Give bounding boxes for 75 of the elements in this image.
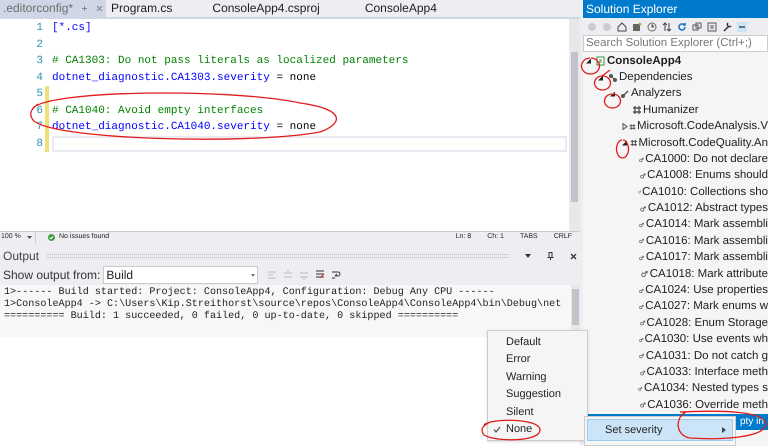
search-field[interactable]: Search Solution Explorer (Ctrl+;) — [583, 35, 768, 52]
rule-icon — [640, 368, 646, 378]
node-icon — [608, 72, 618, 83]
dash-icon[interactable] — [737, 22, 747, 32]
line-number: 5 — [35, 87, 44, 102]
tree-item[interactable]: CA1008: Enums should — [583, 168, 768, 184]
tree-item[interactable]: ConsoleApp4 — [583, 53, 768, 70]
check-circle-icon — [48, 234, 55, 241]
tree-item[interactable]: CA1010: Collections sho — [583, 184, 768, 201]
editor-tab[interactable]: Program.cs — [106, 0, 208, 17]
grid-icon — [632, 105, 642, 116]
field-label: Show output from: — [3, 267, 100, 284]
tree-item[interactable]: CA1017: Mark assembli — [583, 250, 768, 266]
pin-icon — [547, 252, 554, 260]
editor-tab[interactable]: .editorconfig* — [0, 0, 106, 17]
rule-icon — [640, 204, 647, 214]
dropdown-arrow-icon — [525, 254, 531, 258]
close-icon — [96, 4, 104, 12]
home-icon[interactable] — [617, 22, 627, 32]
tree-item[interactable]: CA1016: Mark assembli — [583, 233, 768, 250]
scrollbar-thumb[interactable] — [572, 289, 579, 325]
tree-item[interactable]: CA1027: Mark enums w — [583, 298, 768, 316]
wrench-icon[interactable] — [722, 22, 732, 32]
refresh-icon[interactable] — [677, 22, 687, 32]
project-icon — [596, 56, 606, 66]
submenu-arrow-icon — [722, 427, 726, 433]
rule-icon — [641, 269, 649, 280]
line-number: 1 — [35, 21, 44, 36]
tree-item[interactable]: CA1000: Do not declare — [583, 151, 768, 168]
rule-icon — [638, 384, 643, 394]
grid-icon — [628, 122, 636, 132]
pin-icon — [81, 4, 88, 12]
output-line: 1>ConsoleApp4 -> C:\Users\Kip.Streithorst\source\repos\ConsoleApp4\ConsoleApp4\bin\Debug\net — [4, 299, 562, 310]
dropdown-arrow-icon — [251, 274, 256, 276]
tree-item[interactable]: CA1012: Abstract types — [583, 200, 768, 217]
tree-item[interactable]: Analyzers — [583, 86, 768, 102]
tree-item[interactable]: Dependencies — [583, 69, 768, 86]
line-number: 2 — [35, 38, 44, 52]
editor-tab[interactable]: ConsoleApp4.csproj — [207, 0, 360, 17]
tree-item[interactable]: Humanizer — [583, 102, 768, 119]
line-number: 3 — [35, 54, 44, 69]
code-line: dotnet_diagnostic.CA1040.severity = none — [52, 120, 316, 135]
rule-icon — [640, 170, 646, 181]
code-line: # CA1040: Avoid empty interfaces — [52, 104, 264, 118]
menu-item[interactable]: Set severity — [587, 419, 733, 441]
sort-icon[interactable] — [662, 22, 672, 32]
line-number: 4 — [35, 70, 44, 86]
word-wrap-icon[interactable] — [331, 269, 342, 281]
editor-tab[interactable]: ConsoleApp4 — [360, 0, 477, 17]
line-number: 6 — [35, 104, 44, 118]
scrollbar-thumb[interactable] — [571, 52, 578, 202]
tree-item[interactable]: CA1024: Use properties — [583, 282, 768, 299]
line-number: 8 — [35, 136, 44, 152]
code-line: [*.cs] — [52, 21, 92, 36]
rule-icon — [640, 318, 646, 328]
grid-icon — [630, 138, 638, 148]
menu-item[interactable]: None — [488, 420, 587, 438]
dropdown-arrow-icon — [26, 236, 32, 239]
panel-title: Output — [3, 248, 40, 265]
tree-item[interactable]: Microsoft.CodeAnalysis.V — [583, 118, 768, 135]
code-line: # CA1303: Do not pass literals as localized parameters — [52, 54, 408, 69]
source-dropdown[interactable]: Build — [103, 266, 258, 284]
node-icon — [620, 88, 630, 99]
close-icon — [570, 252, 577, 260]
tree-item[interactable]: Microsoft.CodeQuality.An — [583, 134, 768, 152]
clear-all-icon[interactable] — [315, 269, 326, 281]
output-line: ========== Build: 1 succeeded, 0 failed, 0 up-to-date, 0 skipped ========== — [4, 311, 460, 323]
code-line: dotnet_diagnostic.CA1303.severity = none — [52, 70, 316, 86]
rule-icon — [640, 400, 646, 410]
clock-icon[interactable] — [647, 22, 657, 32]
tree-item[interactable]: CA1014: Mark assembli — [583, 216, 768, 234]
tree-item[interactable]: CA1028: Enum Storage — [583, 315, 768, 332]
output-line: 1>------ Build started: Project: ConsoleApp4, Configuration: Debug Any CPU ------ — [4, 287, 496, 298]
panel-title: Solution Explorer — [583, 0, 768, 18]
tree-item[interactable]: CA1018: Mark attribute — [583, 266, 768, 282]
